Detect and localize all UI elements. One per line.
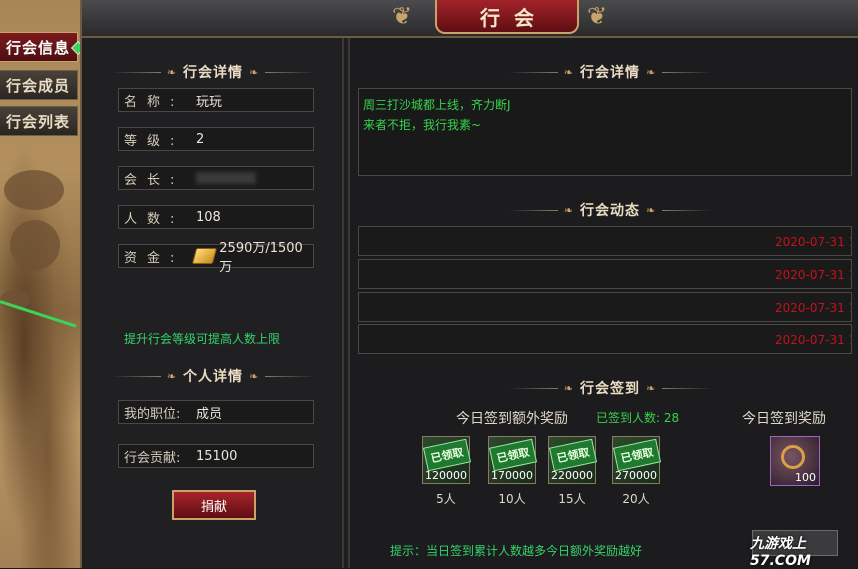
field-label: 我的职位: (124, 406, 181, 422)
section-heading: ❧ 行会动态 ❧ (480, 200, 740, 220)
guild-announcement: 周三打沙城都上线，齐力断J 来者不拒，我行我素~ (358, 88, 852, 176)
field-value: 2590万/1500万 (219, 241, 303, 275)
announcement-line: 来者不拒，我行我素~ (363, 118, 482, 132)
claimed-stamp: 已领取 (548, 438, 598, 472)
field-value: 成员 (196, 406, 223, 422)
donate-button[interactable]: 捐献 (172, 490, 256, 520)
reward-threshold: 20人 (622, 492, 650, 506)
daily-reward-slot[interactable]: 100 (770, 436, 820, 486)
guild-activity-panel: ❧ 行会详情 ❧ 周三打沙城都上线，齐力断J 来者不拒，我行我素~ ❧ 行会动态 ❧ 2… (348, 38, 858, 569)
reward-slot[interactable]: 已领取 120000 (422, 436, 472, 484)
reward-slot[interactable]: 已领取 270000 (612, 436, 662, 484)
field-value: 15100 (196, 448, 238, 464)
heading-text: 行会详情 (183, 65, 243, 81)
field-label: 会长: (124, 172, 185, 188)
reward-slot[interactable]: 已领取 170000 (488, 436, 538, 484)
extra-reward-title: 今日签到额外奖励 (456, 411, 568, 427)
activity-row: 2020-07-31 10 (358, 324, 852, 354)
tab-label: 行会列表 (6, 112, 71, 131)
claimed-stamp: 已领取 (488, 438, 538, 472)
reward-threshold: 10人 (498, 492, 526, 506)
field-value: 108 (196, 209, 221, 225)
position-field: 我的职位: 成员 (118, 400, 314, 424)
section-heading: ❧ 行会签到 ❧ (480, 378, 740, 398)
tab-guild-list[interactable]: 行会列表 (0, 106, 78, 136)
section-heading: ❧ 行会详情 ❧ (480, 62, 740, 82)
guild-name-field: 名称: 玩玩 (118, 88, 314, 112)
gold-ingot-icon (191, 248, 218, 264)
heading-text: 行会签到 (580, 381, 640, 397)
reward-threshold: 5人 (436, 492, 456, 506)
signin-count-value: 28 (663, 411, 680, 425)
reward-amount: 100 (795, 471, 816, 484)
activity-date: 2020-07-31 11 (775, 301, 851, 315)
title-bar: ❦ 行会 ❦ (82, 0, 858, 38)
reward-amount: 270000 (615, 469, 657, 482)
reward-amount: 120000 (425, 469, 467, 482)
section-heading: ❧ 个人详情 ❧ (104, 366, 322, 386)
guild-funds-field: 资金: 2590万/1500万 (118, 241, 314, 275)
field-value: 2 (196, 131, 205, 147)
reward-amount: 220000 (551, 469, 593, 482)
heading-text: 行会动态 (580, 203, 640, 219)
tab-guild-info[interactable]: 行会信息 (0, 32, 78, 62)
activity-date: 2020-07-31 16 (775, 268, 851, 282)
ship-wheel-icon (781, 445, 805, 469)
activity-row: 2020-07-31 19 (358, 226, 852, 256)
activity-date: 2020-07-31 10 (775, 333, 851, 347)
ornament-icon: ❦ (587, 2, 608, 30)
signin-count: 已签到人数: 28 (596, 409, 679, 426)
tab-guild-members[interactable]: 行会成员 (0, 70, 78, 100)
reward-slot[interactable]: 已领取 220000 (548, 436, 598, 484)
activity-row: 2020-07-31 16 (358, 259, 852, 289)
heading-text: 行会详情 (580, 65, 640, 81)
activity-date: 2020-07-31 19 (775, 235, 851, 249)
guild-leader-field: 会长: (118, 166, 314, 190)
heading-text: 个人详情 (183, 369, 243, 385)
announcement-line: 周三打沙城都上线，齐力断J (363, 98, 511, 112)
contribution-field: 行会贡献: 15100 (118, 444, 314, 468)
signin-count-label: 已签到人数: (596, 411, 661, 425)
field-value: 玩玩 (196, 94, 223, 110)
guild-level-field: 等级: 2 (118, 127, 314, 151)
field-label: 行会贡献: (124, 450, 181, 466)
field-label: 名称: (124, 94, 185, 110)
site-watermark: 九游戏上57.COM (750, 536, 811, 569)
tab-label: 行会信息 (6, 38, 71, 57)
member-count-field: 人数: 108 (118, 205, 314, 229)
guild-info-panel: ❧ 行会详情 ❧ 名称: 玩玩 等级: 2 会长: 人数: 108 资金: 2590… (84, 38, 344, 568)
reward-threshold: 15人 (558, 492, 586, 506)
guild-window: ❦ 行会 ❦ ❧ 行会详情 ❧ 名称: 玩玩 等级: 2 会长: 人数: 108 资… (80, 0, 858, 569)
reward-amount: 170000 (491, 469, 533, 482)
level-tip: 提升行会等级可提高人数上限 (124, 332, 281, 346)
field-label: 人数: (124, 211, 185, 227)
ornament-icon: ❦ (392, 2, 413, 30)
tab-label: 行会成员 (6, 76, 71, 95)
window-title: 行会 (435, 0, 579, 34)
redacted-value (196, 172, 256, 184)
signin-tip: 提示：当日签到累计人数越多今日额外奖励越好 (390, 544, 643, 558)
section-heading: ❧ 行会详情 ❧ (104, 62, 322, 82)
daily-reward-title: 今日签到奖励 (742, 411, 826, 427)
activity-row: 2020-07-31 11 (358, 292, 852, 322)
field-label: 等级: (124, 133, 185, 149)
claimed-stamp: 已领取 (612, 438, 662, 472)
field-label: 资金: (124, 250, 185, 266)
claimed-stamp: 已领取 (422, 438, 472, 472)
